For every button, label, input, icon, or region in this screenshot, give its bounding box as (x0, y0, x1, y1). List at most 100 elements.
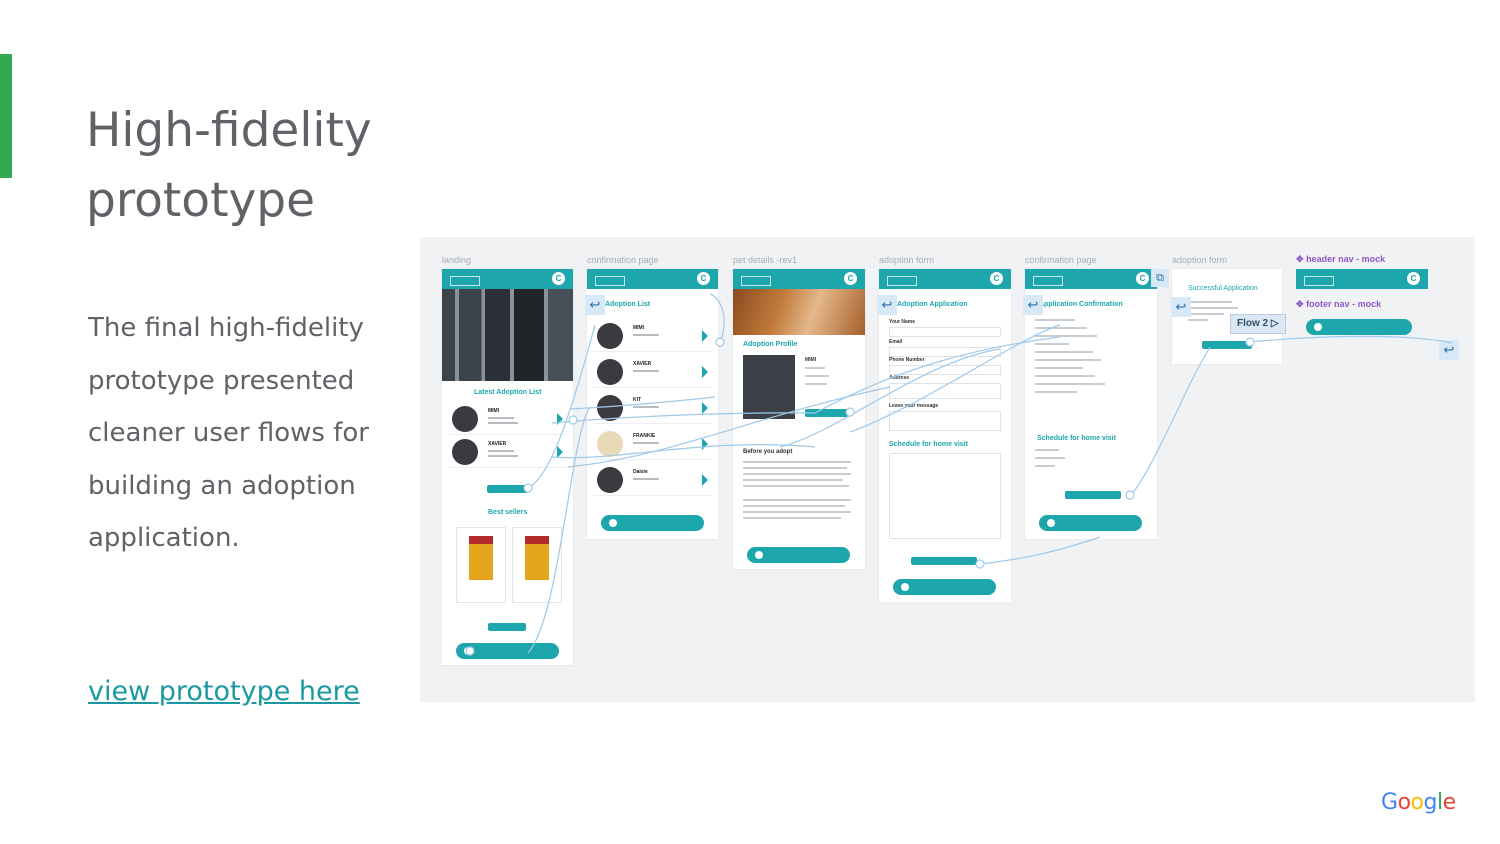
field-label: Phone Number (889, 357, 925, 363)
list-item[interactable]: XAVIER (448, 437, 567, 468)
brand-letter: o (1397, 790, 1411, 815)
chevron-right-icon[interactable] (557, 413, 563, 425)
done-button[interactable] (1202, 341, 1252, 349)
latest-list-title: Latest Adoption List (474, 389, 542, 396)
schedule-title: Schedule for home visit (1037, 435, 1116, 442)
header-nav: C (733, 269, 865, 289)
view-all-button[interactable] (488, 623, 526, 631)
back-arrow-icon[interactable]: ↩ (1023, 295, 1043, 315)
chevron-right-icon[interactable] (557, 446, 563, 458)
pet-name: MIMI (488, 408, 500, 414)
pet-avatar (597, 467, 623, 493)
product-card[interactable] (512, 527, 562, 603)
field-label: Leave your message (889, 403, 939, 409)
pet-avatar (597, 359, 623, 385)
list-item[interactable]: KIT (593, 393, 712, 424)
footer-mock-text: footer nav - mock (1306, 299, 1382, 309)
back-arrow-icon[interactable]: ↩ (1171, 297, 1191, 317)
pet-name: Daisie (633, 469, 648, 475)
chevron-right-icon[interactable] (702, 366, 708, 378)
header-nav: C (879, 269, 1011, 289)
screen-label-landing: landing (442, 255, 472, 265)
footer-nav[interactable] (747, 547, 850, 563)
footer-nav[interactable] (456, 643, 559, 659)
view-prototype-link[interactable]: view prototype here (88, 676, 360, 707)
pet-name: XAVIER (633, 361, 652, 367)
field-label: Address (889, 375, 910, 381)
view-more-button[interactable] (487, 485, 527, 493)
header-nav-mock-label: ✥ header nav - mock (1296, 254, 1385, 265)
header-nav: C (587, 269, 718, 289)
logo (887, 276, 917, 286)
product-card[interactable] (456, 527, 506, 603)
profile-icon[interactable]: C (552, 272, 565, 285)
chevron-right-icon[interactable] (702, 402, 708, 414)
screen-label-adoption-form-2: adoption form (1172, 255, 1228, 265)
flow-2-badge[interactable]: Flow 2 ▷ (1230, 314, 1286, 334)
logo (595, 276, 625, 286)
header-nav: C (1025, 269, 1157, 289)
play-icon: ▷ (1270, 318, 1279, 329)
adoption-profile-title: Adoption Profile (743, 341, 798, 348)
title-line-1: High-fidelity (86, 103, 372, 158)
brand-letter: o (1410, 790, 1424, 815)
pet-avatar (452, 439, 478, 465)
back-arrow-icon[interactable]: ↩ (877, 295, 897, 315)
calendar[interactable] (889, 453, 1001, 539)
apply-button[interactable] (911, 557, 977, 565)
profile-icon[interactable]: C (844, 272, 857, 285)
adoption-list-title: Adoption List (605, 301, 651, 308)
field-label: Your Name (889, 319, 916, 325)
message-field[interactable] (889, 411, 1001, 431)
list-item[interactable]: MIMI (593, 321, 712, 352)
chevron-right-icon[interactable] (702, 438, 708, 450)
header-nav: C (442, 269, 573, 289)
profile-icon[interactable]: C (697, 272, 710, 285)
screen-label-confirmation-2: confirmation page (1025, 255, 1097, 265)
brand-letter: g (1423, 790, 1438, 815)
list-item[interactable]: Daisie (593, 465, 712, 496)
flow-label: Flow 2 (1237, 318, 1269, 329)
brand-letter: e (1442, 790, 1457, 815)
profile-icon[interactable]: C (1407, 272, 1420, 285)
back-arrow-icon[interactable]: ↩ (1439, 340, 1459, 360)
list-item[interactable]: FRANKIE (593, 429, 712, 460)
footer-nav[interactable] (1039, 515, 1142, 531)
landing-screen[interactable]: C Latest Adoption List MIMI XAVIER Best … (442, 269, 573, 665)
adoption-list-screen[interactable]: C Adoption List MIMI XAVIER KIT FRANKIE … (587, 269, 718, 539)
pet-details-screen[interactable]: C Adoption Profile MIMI Before you adopt (733, 269, 865, 569)
list-item[interactable]: MIMI (448, 404, 567, 435)
footer-nav[interactable] (893, 579, 996, 595)
footer-nav-mock (1306, 319, 1412, 335)
copy-icon[interactable]: ⧉ (1151, 269, 1169, 287)
pet-photo (743, 355, 795, 419)
application-confirmation-screen[interactable]: C Application Confirmation Schedule for … (1025, 269, 1157, 539)
confirmation-title: Application Confirmation (1039, 301, 1123, 308)
apply-now-button[interactable] (805, 409, 849, 417)
chevron-right-icon[interactable] (702, 330, 708, 342)
logo (1304, 276, 1334, 286)
phone-field[interactable] (889, 365, 1001, 375)
logo (1033, 276, 1063, 286)
profile-icon[interactable]: C (1136, 272, 1149, 285)
chevron-right-icon[interactable] (702, 474, 708, 486)
logo (741, 276, 771, 286)
google-logo: Google (1381, 790, 1456, 815)
brand-letter: G (1381, 790, 1398, 815)
pet-name: KIT (633, 397, 642, 403)
back-arrow-icon[interactable]: ↩ (585, 295, 605, 315)
pet-name: FRANKIE (633, 433, 656, 439)
accent-bar (0, 54, 12, 178)
adoption-application-screen[interactable]: C Adoption Application Your Name Email P… (879, 269, 1011, 602)
name-field[interactable] (889, 327, 1001, 337)
best-sellers-title: Best sellers (488, 509, 528, 516)
profile-icon[interactable]: C (990, 272, 1003, 285)
email-field[interactable] (889, 347, 1001, 357)
confirm-button[interactable] (1065, 491, 1121, 499)
pet-avatar (597, 323, 623, 349)
footer-nav[interactable] (601, 515, 704, 531)
screen-label-confirmation: confirmation page (587, 255, 659, 265)
logo (450, 276, 480, 286)
address-field[interactable] (889, 383, 1001, 399)
list-item[interactable]: XAVIER (593, 357, 712, 388)
